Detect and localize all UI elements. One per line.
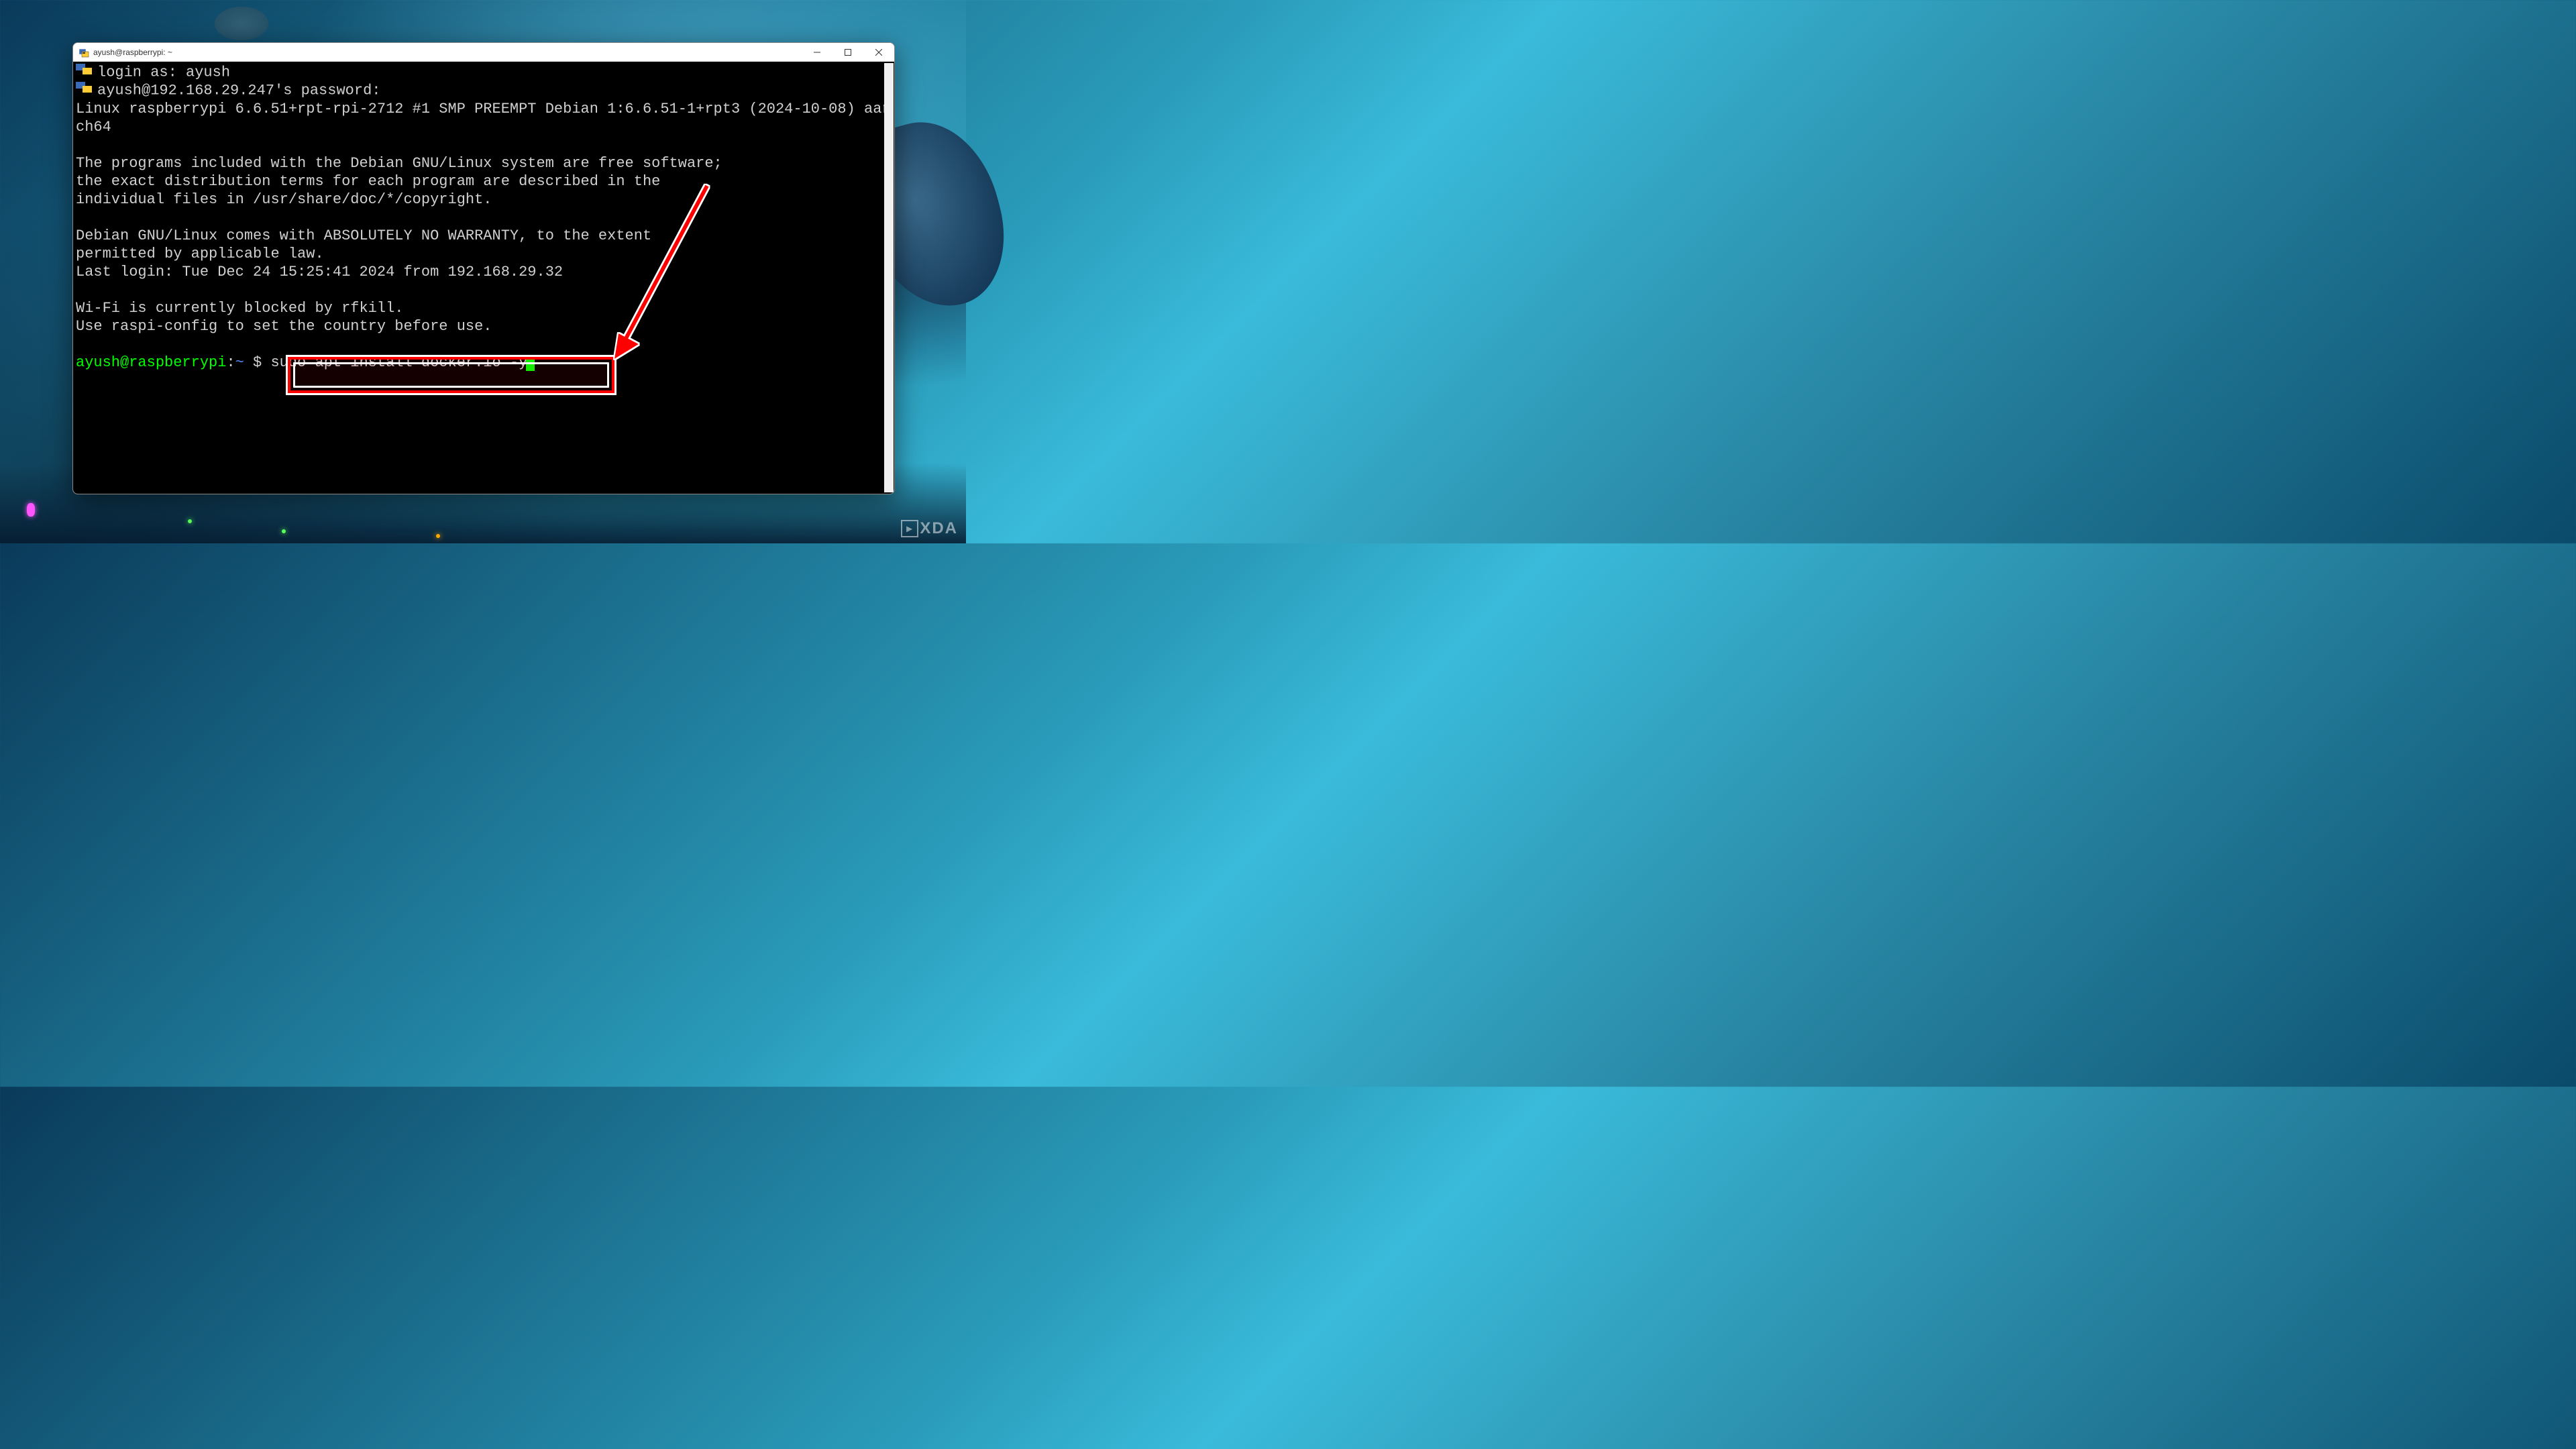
watermark-logo-box: ▸ <box>901 520 918 537</box>
wallpaper-rock-small <box>215 7 268 40</box>
xda-watermark: ▸ XDA <box>901 519 958 538</box>
command-input[interactable]: sudo apt install docker.io -y <box>270 354 527 371</box>
wallpaper-glow-dot <box>282 529 286 533</box>
terminal-blank-line <box>76 281 892 299</box>
minimize-button[interactable] <box>802 43 833 61</box>
terminal-small-icon <box>76 63 97 81</box>
terminal-line: Wi-Fi is currently blocked by rfkill. <box>76 299 892 317</box>
window-title: ayush@raspberrypi: ~ <box>93 48 802 57</box>
wallpaper-glow-dot <box>436 534 440 538</box>
terminal-prompt-line: ayush@raspberrypi:~ $ sudo apt install d… <box>76 354 892 372</box>
prompt-user-host: ayush@raspberrypi <box>76 354 226 371</box>
maximize-button[interactable] <box>833 43 863 61</box>
terminal-line: Use raspi-config to set the country befo… <box>76 317 892 335</box>
prompt-colon: : <box>226 354 235 371</box>
wallpaper-glow-dot <box>27 503 35 517</box>
terminal-blank-line <box>76 136 892 154</box>
window-controls <box>802 43 894 61</box>
login-as-label: login as: <box>97 64 186 80</box>
password-prompt: ayush@192.168.29.247's password: <box>97 83 380 99</box>
terminal-line: Linux raspberrypi 6.6.51+rpt-rpi-2712 #1… <box>76 100 892 136</box>
terminal-small-icon <box>76 81 97 99</box>
putty-window: ayush@raspberrypi: ~ login as: ayush ayu… <box>72 42 895 494</box>
window-titlebar[interactable]: ayush@raspberrypi: ~ <box>73 43 894 62</box>
terminal-line: permitted by applicable law. <box>76 245 892 263</box>
terminal-blank-line <box>76 209 892 227</box>
terminal-line: The programs included with the Debian GN… <box>76 154 892 172</box>
watermark-text: XDA <box>920 519 958 538</box>
terminal-line: login as: ayush <box>76 63 892 81</box>
terminal-line: ayush@192.168.29.247's password: <box>76 81 892 99</box>
terminal-area[interactable]: login as: ayush ayush@192.168.29.247's p… <box>73 62 894 494</box>
close-button[interactable] <box>863 43 894 61</box>
wallpaper-glow-dot <box>188 519 192 523</box>
login-username: ayush <box>186 64 230 80</box>
terminal-line: individual files in /usr/share/doc/*/cop… <box>76 191 892 209</box>
terminal-line: Debian GNU/Linux comes with ABSOLUTELY N… <box>76 227 892 245</box>
scrollbar[interactable] <box>884 63 894 492</box>
putty-icon <box>78 47 89 58</box>
terminal-line: Last login: Tue Dec 24 15:25:41 2024 fro… <box>76 263 892 281</box>
terminal-line: the exact distribution terms for each pr… <box>76 172 892 191</box>
terminal-cursor <box>526 355 535 371</box>
prompt-dollar: $ <box>244 354 271 371</box>
prompt-path: ~ <box>235 354 244 371</box>
terminal-blank-line <box>76 335 892 354</box>
